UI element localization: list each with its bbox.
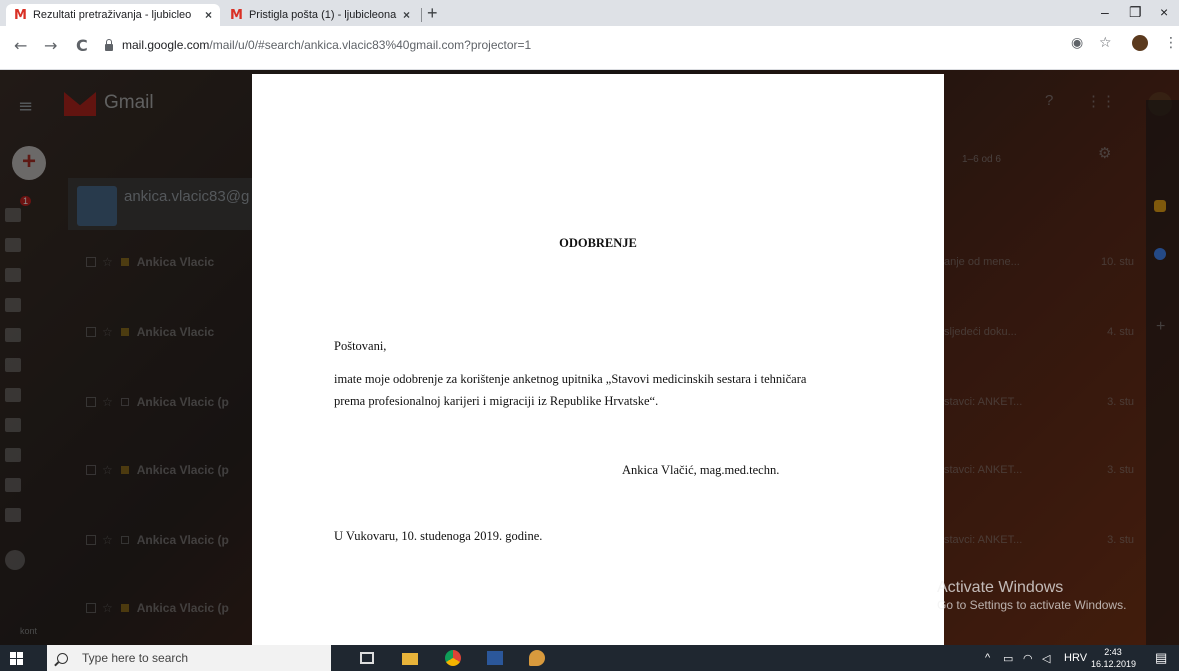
clock-time: 2:43 bbox=[1104, 647, 1122, 657]
close-window-button[interactable]: × bbox=[1160, 4, 1168, 20]
taskbar-search-box[interactable]: Type here to search bbox=[47, 645, 331, 671]
forward-button[interactable]: → bbox=[44, 36, 57, 55]
activation-watermark-subtitle: Go to Settings to activate Windows. bbox=[937, 598, 1127, 612]
url-host: mail.google.com bbox=[122, 38, 210, 52]
document-place-date: U Vukovaru, 10. studenoga 2019. godine. bbox=[334, 529, 543, 543]
tray-overflow-chevron[interactable]: ^ bbox=[985, 652, 990, 664]
windows-taskbar: Type here to search ^ ▭ ◠ ◁ HRV 2:43 16.… bbox=[0, 645, 1179, 671]
reload-button[interactable]: C bbox=[76, 36, 88, 55]
menu-kebab-icon[interactable]: ⋮ bbox=[1164, 35, 1178, 51]
action-center-icon[interactable]: ▤ bbox=[1155, 650, 1167, 666]
close-tab-icon[interactable]: × bbox=[403, 8, 410, 22]
system-clock[interactable]: 2:43 16.12.2019 bbox=[1091, 646, 1137, 670]
language-indicator[interactable]: HRV bbox=[1064, 652, 1087, 664]
address-bar[interactable]: mail.google.com /mail/u/0/#search/ankica… bbox=[105, 33, 1065, 57]
gmail-favicon-icon: M bbox=[230, 7, 243, 23]
profile-avatar[interactable] bbox=[1132, 35, 1148, 51]
back-button[interactable]: ← bbox=[14, 36, 27, 55]
clock-date: 16.12.2019 bbox=[1091, 659, 1137, 669]
activation-watermark-title: Activate Windows bbox=[937, 579, 1064, 596]
gmail-favicon-icon: M bbox=[14, 7, 27, 23]
document-preview: ODOBRENJE Poštovani, imate moje odobrenj… bbox=[252, 74, 944, 647]
tab-strip: M Rezultati pretraživanja - ljubicleo × … bbox=[0, 0, 1179, 26]
close-tab-icon[interactable]: × bbox=[205, 8, 212, 22]
lock-icon bbox=[105, 38, 113, 51]
windows-start-icon[interactable] bbox=[10, 652, 23, 665]
extension-icon[interactable]: ◉ bbox=[1071, 35, 1083, 51]
document-body-line: prema profesionalnoj karijeri i migracij… bbox=[334, 394, 659, 408]
tab-title: Pristigla pošta (1) - ljubicleonard bbox=[248, 9, 397, 21]
task-view-icon[interactable] bbox=[360, 652, 374, 664]
tab-title: Rezultati pretraživanja - ljubicleo bbox=[32, 9, 192, 21]
tab-separator bbox=[421, 8, 422, 22]
bookmark-star-icon[interactable]: ☆ bbox=[1099, 35, 1112, 51]
search-icon bbox=[57, 652, 68, 664]
network-icon[interactable]: ▭ bbox=[1003, 652, 1013, 665]
browser-toolbar: ← → C mail.google.com /mail/u/0/#search/… bbox=[0, 26, 1179, 70]
search-placeholder: Type here to search bbox=[82, 651, 189, 665]
document-signature: Ankica Vlačić, mag.med.techn. bbox=[622, 463, 780, 477]
maximize-button[interactable]: ❐ bbox=[1129, 4, 1142, 21]
new-tab-button[interactable]: + bbox=[427, 4, 438, 22]
file-explorer-icon[interactable] bbox=[402, 653, 418, 665]
tab-inbox[interactable]: M Pristigla pošta (1) - ljubicleonard × bbox=[222, 4, 418, 26]
chrome-icon[interactable] bbox=[445, 650, 461, 666]
document-greeting: Poštovani, bbox=[334, 339, 387, 353]
tab-search-results[interactable]: M Rezultati pretraživanja - ljubicleo × bbox=[6, 4, 220, 26]
minimize-button[interactable]: – bbox=[1101, 4, 1109, 20]
volume-icon[interactable]: ◁ bbox=[1042, 652, 1050, 665]
wifi-icon[interactable]: ◠ bbox=[1023, 652, 1033, 665]
paint-icon[interactable] bbox=[529, 650, 545, 666]
word-icon[interactable] bbox=[487, 651, 503, 665]
document-body-line: imate moje odobrenje za korištenje anket… bbox=[334, 372, 807, 386]
document-title: ODOBRENJE bbox=[559, 236, 637, 250]
url-path: /mail/u/0/#search/ankica.vlacic83%40gmai… bbox=[209, 38, 532, 52]
